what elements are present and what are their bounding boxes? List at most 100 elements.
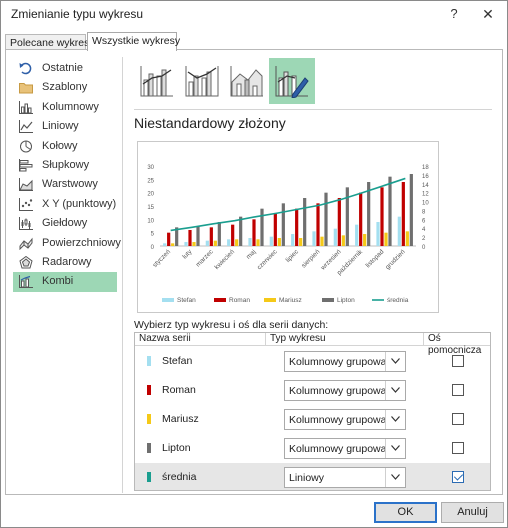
bar-stefan (291, 234, 295, 246)
sidebar-item-column[interactable]: Kolumnowy (13, 98, 117, 117)
sidebar-item-bar[interactable]: Słupkowy (13, 156, 117, 175)
bar-roman (359, 192, 363, 246)
table-row[interactable]: Lipton Kolumnowy grupowa... (135, 434, 490, 463)
sidebar-item-label: Giełdowy (42, 217, 88, 230)
scatter-chart-icon (19, 197, 33, 211)
x-tick-label: grudzień (384, 248, 407, 271)
sidebar-item-label: Kombi (42, 275, 74, 288)
chart-type-select[interactable]: Liniowy (284, 467, 406, 488)
sidebar-item-recent[interactable]: Ostatnie (13, 59, 117, 78)
sidebar-item-radar[interactable]: Radarowy (13, 253, 117, 272)
title-bar: Zmienianie typu wykresu ? ✕ (1, 1, 507, 27)
sidebar-item-surface[interactable]: Powierzchniowy (13, 234, 121, 253)
secondary-axis-checkbox[interactable] (452, 413, 464, 425)
column-header-series-name: Nazwa serii (135, 333, 266, 346)
chevron-down-icon[interactable] (385, 468, 405, 487)
chart-preview: 0 5 10 15 20 25 30 0 2 4 6 8 10 12 14 16 18 styczeń luty ma… (137, 141, 439, 313)
chevron-down-icon[interactable] (385, 352, 405, 371)
legend-label: Mariusz (279, 297, 302, 304)
chevron-down-icon[interactable] (385, 410, 405, 429)
bar-stefan (248, 238, 252, 246)
series-name: Stefan (162, 355, 193, 367)
secondary-axis-checkbox[interactable] (452, 471, 464, 483)
series-color-swatch (147, 414, 151, 424)
subtype-stacked-area-clustered-column[interactable] (224, 58, 270, 104)
chart-type-select[interactable]: Kolumnowy grupowa... (284, 380, 406, 401)
stock-chart-icon (19, 217, 33, 231)
secondary-axis-checkbox[interactable] (452, 384, 464, 396)
close-button[interactable]: ✕ (475, 4, 501, 24)
series-name: Roman (162, 384, 196, 396)
x-tick-label: maj (245, 248, 257, 260)
legend-label: Roman (229, 297, 250, 304)
bar-mariusz (405, 231, 409, 246)
series-section-label: Wybierz typ wykresu i oś dla serii danyc… (134, 319, 329, 331)
tab-recommended-charts[interactable]: Polecane wykresy (5, 34, 95, 50)
bar-roman (273, 214, 277, 246)
chevron-down-icon[interactable] (385, 381, 405, 400)
bar-roman (337, 198, 341, 246)
bar-roman (188, 230, 192, 246)
bar-stefan (184, 242, 188, 246)
table-row[interactable]: Roman Kolumnowy grupowa... (135, 376, 490, 405)
legend-label: Lipton (337, 297, 355, 304)
table-row[interactable]: Stefan Kolumnowy grupowa... (135, 347, 490, 376)
subtype-custom-combination[interactable] (269, 58, 315, 104)
sidebar-item-scatter[interactable]: X Y (punktowy) (13, 195, 117, 214)
bar-lipton (196, 226, 200, 246)
column-header-chart-type: Typ wykresu (266, 333, 424, 346)
ok-button[interactable]: OK (374, 502, 437, 523)
secondary-axis-checkbox[interactable] (452, 355, 464, 367)
secondary-axis-checkbox[interactable] (452, 442, 464, 454)
x-tick-label: kwiecień (213, 248, 236, 271)
subtype-clustered-column-line-secondary[interactable] (179, 58, 225, 104)
tab-all-charts[interactable]: Wszystkie wykresy (87, 32, 180, 51)
table-row[interactable]: średnia Liniowy (135, 463, 490, 490)
bar-chart-icon (19, 158, 33, 172)
chart-category-list: Ostatnie Szablony Kolumnowy Liniowy Koło… (13, 59, 121, 292)
chart-type-select[interactable]: Kolumnowy grupowa... (284, 351, 406, 372)
dialog-title: Zmienianie typu wykresu (11, 7, 144, 21)
bar-lipton (217, 222, 221, 246)
bar-stefan (163, 243, 167, 246)
stacked-area-clustered-column-icon (230, 66, 263, 97)
help-button[interactable]: ? (441, 4, 467, 24)
x-tick-label: lipiec (285, 248, 301, 264)
chart-type-select[interactable]: Kolumnowy grupowa... (284, 438, 406, 459)
legend-swatch (322, 298, 334, 302)
column-header-secondary-axis: Oś pomocnicza (424, 333, 490, 356)
sidebar-item-combo[interactable]: Kombi (13, 272, 117, 292)
sidebar-item-label: Powierzchniowy (42, 236, 121, 249)
chart-type-select[interactable]: Kolumnowy grupowa... (284, 409, 406, 430)
line-chart-icon (19, 120, 33, 134)
column-chart-icon (19, 100, 33, 114)
y-tick-label: 10 (147, 218, 154, 224)
bar-mariusz (213, 240, 217, 246)
secondary-y-tick-label: 10 (422, 201, 429, 207)
bar-lipton (388, 176, 392, 246)
series-color-swatch (147, 356, 151, 366)
sidebar-item-pie[interactable]: Kołowy (13, 137, 117, 156)
sidebar-item-label: Kolumnowy (42, 100, 99, 113)
sidebar-item-label: Liniowy (42, 120, 79, 133)
sidebar-item-area[interactable]: Warstwowy (13, 175, 117, 194)
sidebar-item-label: Radarowy (42, 255, 92, 268)
change-chart-type-dialog: Zmienianie typu wykresu ? ✕ Polecane wyk… (0, 0, 508, 528)
cancel-button[interactable]: Anuluj (441, 502, 504, 523)
table-row[interactable]: Mariusz Kolumnowy grupowa... (135, 405, 490, 434)
sidebar-item-templates[interactable]: Szablony (13, 78, 117, 97)
sidebar-item-line[interactable]: Liniowy (13, 117, 117, 136)
sidebar-item-stock[interactable]: Giełdowy (13, 214, 117, 233)
secondary-y-tick-label: 0 (422, 245, 426, 251)
chevron-down-icon[interactable] (385, 439, 405, 458)
chart-type-value: Kolumnowy grupowa... (289, 443, 385, 455)
bar-roman (209, 227, 213, 246)
subtype-clustered-column-line[interactable] (134, 58, 180, 104)
pie-chart-icon (19, 140, 33, 153)
sidebar-item-label: X Y (punktowy) (42, 197, 117, 210)
bar-mariusz (384, 232, 388, 246)
y-tick-label: 0 (151, 245, 155, 251)
bar-stefan (355, 224, 359, 246)
chart-type-value: Kolumnowy grupowa... (289, 356, 385, 368)
undo-icon (19, 62, 33, 75)
